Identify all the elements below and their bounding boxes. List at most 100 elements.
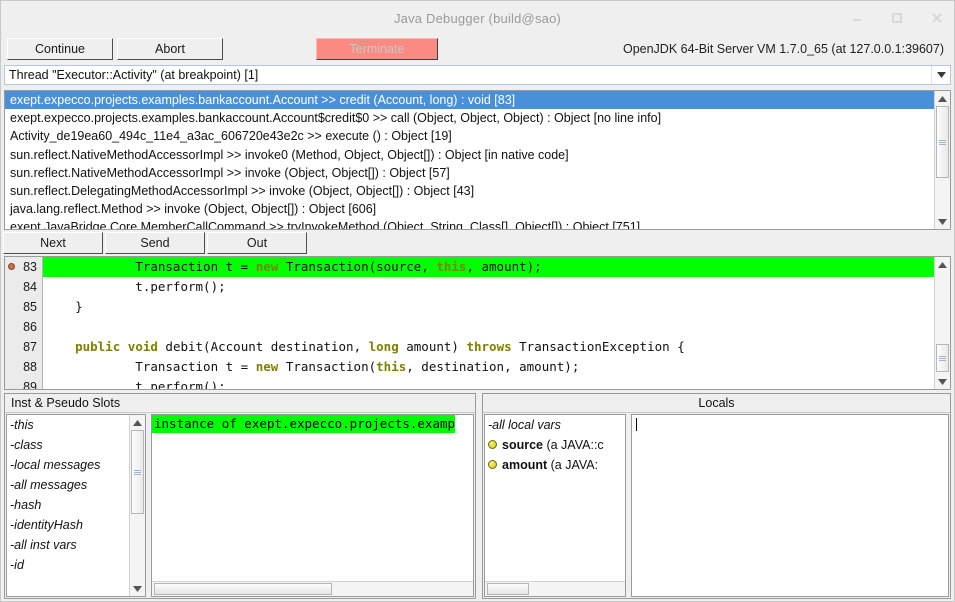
variable-label: -local messages (10, 458, 100, 472)
code-line[interactable]: t.perform(); (43, 377, 934, 389)
inst-slots-list[interactable]: -this -class -local messages -all messages -… (7, 415, 129, 596)
main-toolbar: Continue Abort Terminate OpenJDK 64-Bit … (1, 35, 954, 63)
line-number[interactable]: 85 (5, 297, 42, 317)
line-number-label: 84 (23, 280, 37, 294)
scroll-up-icon[interactable] (935, 257, 950, 272)
code-line[interactable]: Transaction t = new Transaction(this, de… (43, 357, 934, 377)
locals-hscrollbar[interactable] (485, 581, 625, 596)
source-code-scrollbar[interactable] (934, 257, 950, 389)
call-stack-frame[interactable]: Activity_de19ea60_494c_11e4_a3ac_606720e… (5, 127, 934, 145)
inst-slots-scrollbar[interactable] (129, 415, 145, 596)
variable-list-item[interactable]: -all local vars (485, 415, 625, 435)
continue-button[interactable]: Continue (7, 38, 113, 60)
call-stack-frame[interactable]: sun.reflect.NativeMethodAccessorImpl >> … (5, 164, 934, 182)
scroll-up-icon[interactable] (130, 415, 145, 430)
chevron-down-icon[interactable] (931, 66, 950, 84)
scroll-thumb[interactable] (131, 430, 144, 514)
maximize-icon[interactable] (890, 11, 904, 25)
scroll-track[interactable] (935, 106, 950, 214)
call-stack-list[interactable]: exept.expecco.projects.examples.bankacco… (5, 91, 934, 229)
terminate-button[interactable]: Terminate (316, 38, 438, 60)
hscroll-thumb[interactable] (487, 583, 529, 595)
call-stack-frame[interactable]: exept.expecco.projects.examples.bankacco… (5, 91, 934, 109)
line-number-label: 87 (23, 340, 37, 354)
code-text: , destination, amount); (406, 359, 579, 374)
code-line[interactable] (43, 317, 934, 337)
variable-list-item[interactable]: -hash (7, 495, 129, 515)
vm-info-label: OpenJDK 64-Bit Server VM 1.7.0_65 (at 12… (623, 42, 944, 56)
variable-label: -all local vars (488, 418, 561, 432)
abort-button[interactable]: Abort (117, 38, 223, 60)
code-text: Transaction( (278, 359, 376, 374)
call-stack-frame[interactable]: java.lang.reflect.Method >> invoke (Obje… (5, 200, 934, 218)
window-title: Java Debugger (build@sao) (394, 11, 561, 26)
scroll-down-icon[interactable] (130, 581, 145, 596)
step-toolbar: Next Send Out (1, 230, 954, 256)
scroll-up-icon[interactable] (935, 91, 950, 106)
source-code-panel: 83 84 85 86 87 88 89 Transaction t = new Trans… (4, 256, 951, 390)
locals-inspector-text[interactable] (632, 415, 948, 596)
inst-inspector-text[interactable]: instance of exept.expecco.projects.examp (152, 415, 473, 581)
call-stack-frame[interactable]: sun.reflect.DelegatingMethodAccessorImpl… (5, 182, 934, 200)
variable-label: -all messages (10, 478, 87, 492)
variable-marker-icon (488, 460, 497, 469)
variable-list-item[interactable]: -class (7, 435, 129, 455)
line-number[interactable]: 87 (5, 337, 42, 357)
line-number[interactable]: 86 (5, 317, 42, 337)
send-button[interactable]: Send (105, 232, 205, 254)
inst-panel-body: -this -class -local messages -all messages -… (5, 413, 475, 598)
locals-list[interactable]: -all local varssource (a JAVA::camount (… (485, 415, 625, 581)
line-number[interactable]: 89 (5, 377, 42, 390)
scroll-thumb[interactable] (936, 344, 949, 372)
variable-list-item[interactable]: -local messages (7, 455, 129, 475)
line-number-label: 89 (23, 380, 37, 390)
call-stack-frame[interactable]: exept.JavaBridge.Core.MemberCallCommand … (5, 218, 934, 229)
variable-list-item[interactable]: -all inst vars (7, 535, 129, 555)
hscroll-thumb[interactable] (154, 583, 332, 595)
inst-inspector[interactable]: instance of exept.expecco.projects.examp (151, 414, 474, 597)
variable-list-item[interactable]: source (a JAVA::c (485, 435, 625, 455)
code-text: debit(Account destination, (158, 339, 369, 354)
thread-selector[interactable]: Thread "Executor::Activity" (at breakpoi… (4, 65, 951, 85)
variable-list-item[interactable]: amount (a JAVA: (485, 455, 625, 475)
scroll-track[interactable] (935, 272, 950, 374)
code-keyword: new (256, 359, 279, 374)
line-number[interactable]: 88 (5, 357, 42, 377)
variable-label: -this (10, 418, 34, 432)
scroll-thumb[interactable] (936, 106, 949, 178)
minimize-icon[interactable] (850, 11, 864, 25)
call-stack-frame[interactable]: sun.reflect.NativeMethodAccessorImpl >> … (5, 146, 934, 164)
code-line[interactable]: public void debit(Account destination, l… (43, 337, 934, 357)
variable-list-item[interactable]: -all messages (7, 475, 129, 495)
variable-list-item[interactable]: -id (7, 555, 129, 575)
call-stack-frame[interactable]: exept.expecco.projects.examples.bankacco… (5, 109, 934, 127)
variable-label: -all inst vars (10, 538, 77, 552)
scroll-track[interactable] (130, 430, 145, 581)
line-number-label: 85 (23, 300, 37, 314)
line-number[interactable]: 83 (5, 257, 42, 277)
next-button[interactable]: Next (3, 232, 103, 254)
code-line-current[interactable]: Transaction t = new Transaction(source, … (43, 257, 934, 277)
locals-inspector[interactable] (631, 414, 949, 597)
code-line[interactable]: t.perform(); (43, 277, 934, 297)
inst-inspector-value: instance of exept.expecco.projects.examp (152, 415, 455, 433)
call-stack-scrollbar[interactable] (934, 91, 950, 229)
code-keyword: void (128, 339, 158, 354)
scroll-down-icon[interactable] (935, 214, 950, 229)
scroll-down-icon[interactable] (935, 374, 950, 389)
line-number[interactable]: 84 (5, 277, 42, 297)
code-line[interactable]: } (43, 297, 934, 317)
code-text: t.perform(); (45, 379, 226, 389)
code-text: t.perform(); (45, 279, 226, 294)
code-keyword: public (75, 339, 120, 354)
code-text (120, 339, 128, 354)
breakpoint-icon[interactable] (8, 263, 15, 270)
source-code-view[interactable]: Transaction t = new Transaction(source, … (43, 257, 934, 389)
out-button[interactable]: Out (207, 232, 307, 254)
inst-inspector-hscrollbar[interactable] (152, 581, 473, 596)
variable-list-item[interactable]: -identityHash (7, 515, 129, 535)
close-icon[interactable] (930, 11, 944, 25)
thread-selector-row: Thread "Executor::Activity" (at breakpoi… (1, 63, 954, 88)
variable-list-item[interactable]: -this (7, 415, 129, 435)
line-number-gutter[interactable]: 83 84 85 86 87 88 89 (5, 257, 43, 389)
